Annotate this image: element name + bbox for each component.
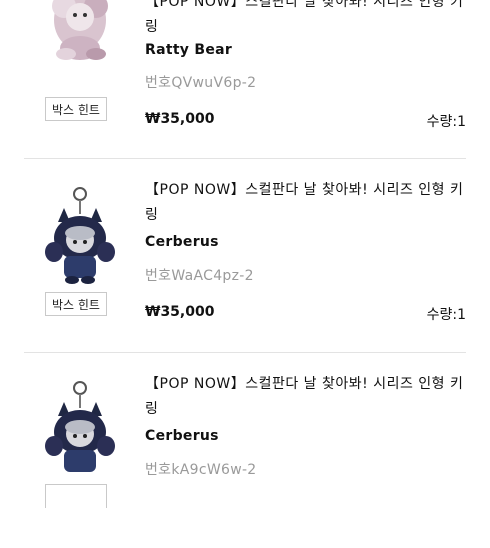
ratty-bear-keyring-icon[interactable] [40,0,122,74]
box-hint-button[interactable]: 박스 힌트 [45,292,107,316]
product-option-name: Cerberus [145,428,219,444]
product-title[interactable]: 【POP NOW】스컬판다 날 찾아봐! 시리즈 인형 키링 [145,0,470,40]
product-title[interactable]: 【POP NOW】스컬판다 날 찾아봐! 시리즈 인형 키링 [145,372,470,422]
list-item[interactable]: 【POP NOW】스컬판다 날 찾아봐! 시리즈 인형 키링 Cerberus … [0,352,490,548]
product-title[interactable]: 【POP NOW】스컬판다 날 찾아봐! 시리즈 인형 키링 [145,178,470,228]
box-hint-button[interactable]: 박스 힌트 [45,97,107,121]
box-hint-label: 박스 힌트 [52,297,100,312]
cerberus-keyring-icon[interactable] [40,380,122,492]
box-hint-label: 박스 힌트 [52,102,100,117]
product-quantity: 수량:1 [426,114,466,130]
product-option-name: Cerberus [145,234,219,250]
box-hint-button[interactable] [45,484,107,508]
product-code: 번호WaAC4pz-2 [145,268,254,284]
product-price: ₩35,000 [145,304,215,320]
product-option-name: Ratty Bear [145,42,233,58]
cerberus-keyring-icon[interactable] [40,186,122,298]
list-item[interactable]: 박스 힌트 【POP NOW】스컬판다 날 찾아봐! 시리즈 인형 키링 Rat… [0,0,490,158]
product-code: 번호QVwuV6p-2 [145,75,257,91]
product-code: 번호kA9cW6w-2 [145,462,257,478]
product-price: ₩35,000 [145,111,215,127]
product-quantity: 수량:1 [426,307,466,323]
list-item[interactable]: 박스 힌트 【POP NOW】스컬판다 날 찾아봐! 시리즈 인형 키링 Cer… [0,158,490,354]
